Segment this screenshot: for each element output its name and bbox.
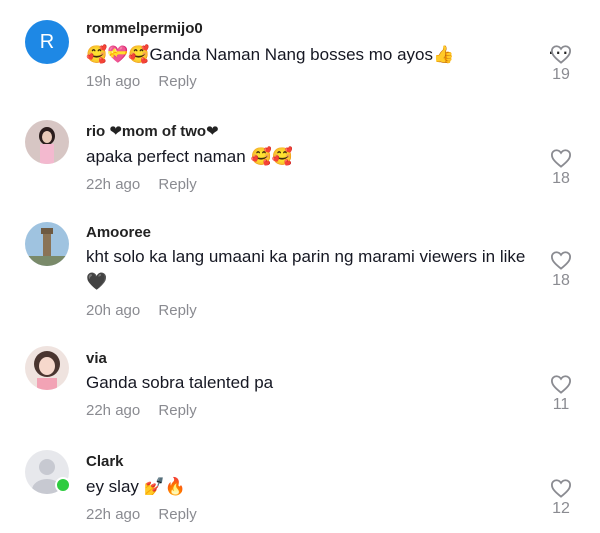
comment-item: Clark ey slay 💅🔥 22h ago Reply 12 (0, 450, 600, 530)
heart-outline-icon (550, 375, 572, 394)
comment-username[interactable]: via (86, 350, 107, 367)
like-button[interactable]: 11 (545, 374, 577, 414)
comment-text: kht solo ka lang umaani ka parin ng mara… (86, 247, 526, 291)
comment-item: Amooree kht solo ka lang umaani ka parin… (0, 220, 600, 330)
online-status-dot (55, 477, 71, 493)
comment-meta: 20h ago Reply (86, 302, 197, 319)
reply-button[interactable]: Reply (158, 506, 196, 523)
comment-username[interactable]: rommelpermijo0 (86, 20, 203, 37)
comment-text: ey slay 💅🔥 (86, 477, 186, 496)
avatar-photo (25, 222, 69, 266)
like-count: 12 (552, 500, 570, 517)
avatar[interactable]: R (25, 20, 69, 64)
comment-time: 19h ago (86, 73, 141, 90)
emoji-prefix: 🥰💝🥰 (86, 45, 150, 64)
reply-button[interactable]: Reply (158, 73, 196, 90)
avatar-photo (25, 346, 69, 390)
heart-outline-icon (550, 45, 572, 64)
avatar[interactable] (25, 120, 69, 164)
emoji-suffix: 👍 (433, 45, 455, 64)
comment-text: Ganda sobra talented pa (86, 373, 274, 392)
like-count: 19 (552, 66, 570, 83)
comment-time: 20h ago (86, 302, 141, 319)
comment-time: 22h ago (86, 176, 141, 193)
comment-time: 22h ago (86, 402, 141, 419)
comment-text: 🥰💝🥰Ganda Naman Nang bosses mo ayos👍 (86, 42, 536, 67)
like-button[interactable]: 12 (545, 478, 577, 518)
avatar-letter: R (39, 30, 55, 53)
reply-button[interactable]: Reply (158, 402, 196, 419)
like-count: 18 (552, 170, 570, 187)
avatar[interactable] (25, 346, 69, 390)
like-count: 18 (552, 272, 570, 289)
comment-meta: 22h ago Reply (86, 176, 197, 193)
like-button[interactable]: 18 (545, 250, 577, 290)
comment-username[interactable]: Amooree (86, 224, 151, 241)
comment-username[interactable]: rio ❤mom of two❤ (86, 122, 219, 140)
comment-meta: 22h ago Reply (86, 506, 197, 523)
reply-button[interactable]: Reply (158, 302, 196, 319)
like-button[interactable]: 19 (545, 44, 577, 84)
reply-button[interactable]: Reply (158, 176, 196, 193)
heart-outline-icon (550, 479, 572, 498)
comment-item: rio ❤mom of two❤ apaka perfect naman 🥰🥰 … (0, 118, 600, 198)
avatar[interactable] (25, 222, 69, 266)
comment-item: R rommelpermijo0 ... 🥰💝🥰Ganda Naman Nang… (0, 18, 600, 98)
comment-item: via Ganda sobra talented pa 22h ago Repl… (0, 346, 600, 426)
comment-username[interactable]: Clark (86, 453, 124, 470)
comment-body: Ganda Naman Nang bosses mo ayos (149, 45, 434, 64)
comment-meta: 19h ago Reply (86, 73, 197, 90)
comment-meta: 22h ago Reply (86, 402, 197, 419)
avatar-photo (25, 120, 69, 164)
comment-text: apaka perfect naman 🥰🥰 (86, 147, 293, 166)
like-button[interactable]: 18 (545, 148, 577, 188)
heart-outline-icon (550, 149, 572, 168)
comment-time: 22h ago (86, 506, 141, 523)
heart-outline-icon (550, 251, 572, 270)
like-count: 11 (552, 396, 570, 413)
